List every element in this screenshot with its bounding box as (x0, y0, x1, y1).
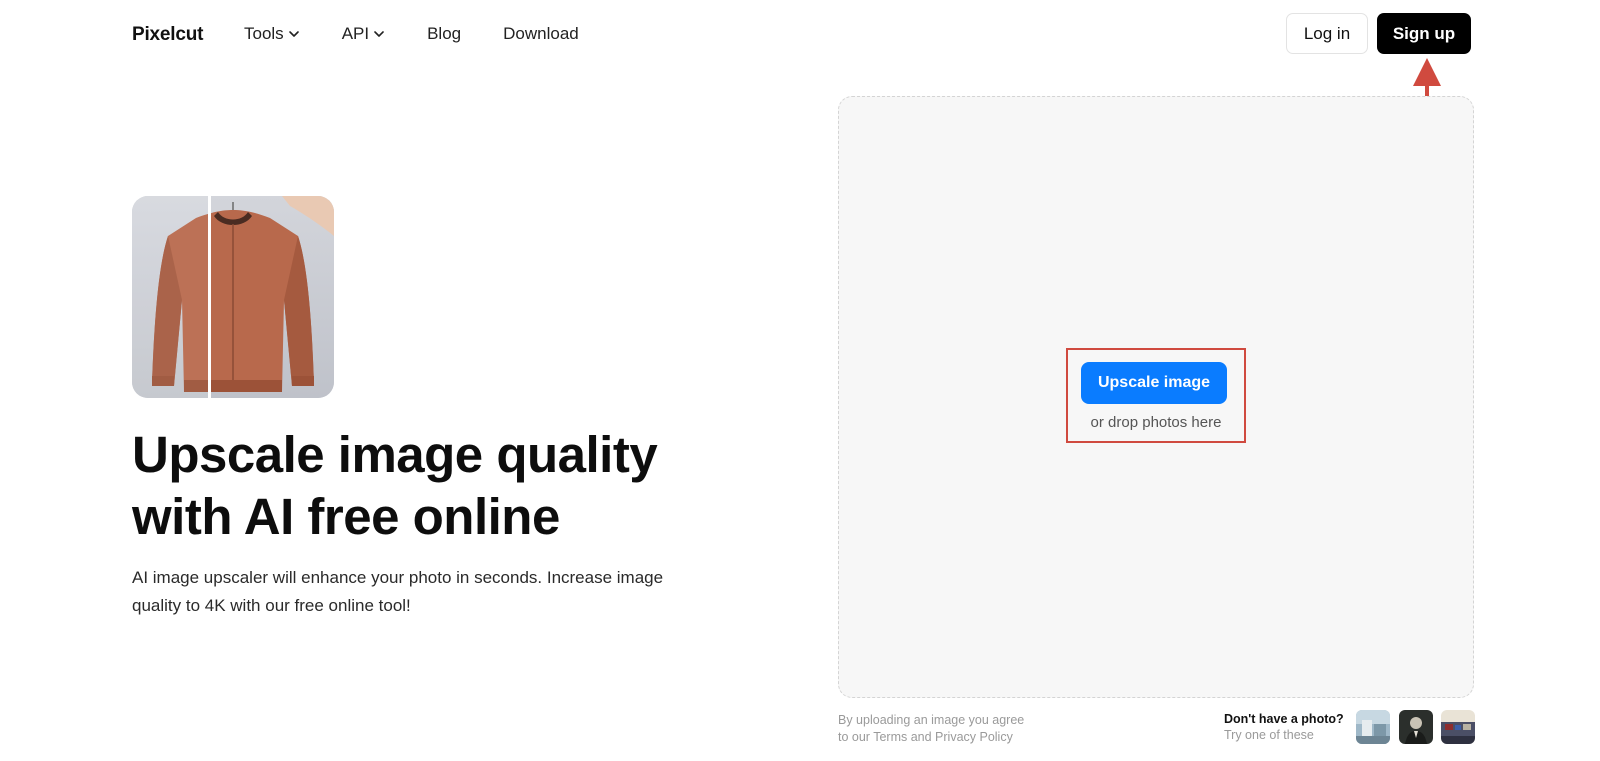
terms-notice: By uploading an image you agree to our T… (838, 712, 1098, 746)
sample-photo-3[interactable] (1441, 710, 1475, 744)
sample-photo-2-image (1399, 710, 1433, 744)
nav-download[interactable]: Download (503, 24, 579, 44)
nav-tools-label: Tools (244, 24, 284, 43)
page-title-line2: with AI free online (132, 488, 560, 545)
signup-button[interactable]: Sign up (1377, 13, 1471, 54)
nav-api-label: API (341, 24, 370, 43)
header: Pixelcut Tools API Blog Download Log in … (0, 0, 1600, 68)
nav-blog-label: Blog (427, 24, 462, 43)
upscale-image-button[interactable]: Upscale image (1081, 362, 1227, 404)
sample-photo-3-image (1441, 710, 1475, 744)
sample-photos-title: Don't have a photo? (1224, 712, 1344, 726)
jacket-illustration (132, 196, 334, 398)
sample-photo-1-image (1356, 710, 1390, 744)
chevron-down-icon (374, 31, 384, 37)
nav-api[interactable]: API (342, 24, 385, 44)
page-title: Upscale image quality with AI free onlin… (132, 424, 752, 548)
logo[interactable]: Pixelcut (132, 24, 203, 46)
terms-line1: By uploading an image you agree (838, 713, 1025, 727)
drop-hint-text: or drop photos here (1090, 414, 1222, 431)
sample-photos-subtitle: Try one of these (1224, 728, 1314, 742)
nav-tools[interactable]: Tools (244, 24, 300, 44)
nav-blog[interactable]: Blog (427, 24, 461, 44)
hero-before-after-image (132, 196, 334, 398)
main-nav: Tools API Blog Download (244, 22, 621, 46)
sample-photo-2[interactable] (1399, 710, 1433, 744)
page-subtitle-line1: AI image upscaler will enhance your phot… (132, 568, 664, 587)
page-subtitle: AI image upscaler will enhance your phot… (132, 564, 712, 620)
terms-line2[interactable]: to our Terms and Privacy Policy (838, 730, 1013, 744)
chevron-down-icon (288, 31, 299, 37)
page-title-line1: Upscale image quality (132, 426, 658, 483)
sample-photos-prompt: Don't have a photo? Try one of these (1224, 712, 1354, 743)
page: Pixelcut Tools API Blog Download Log in … (0, 0, 1600, 761)
page-subtitle-line2: quality to 4K with our free online tool! (132, 596, 411, 615)
login-button[interactable]: Log in (1286, 13, 1368, 54)
sample-photo-1[interactable] (1356, 710, 1390, 744)
nav-download-label: Download (503, 24, 579, 43)
